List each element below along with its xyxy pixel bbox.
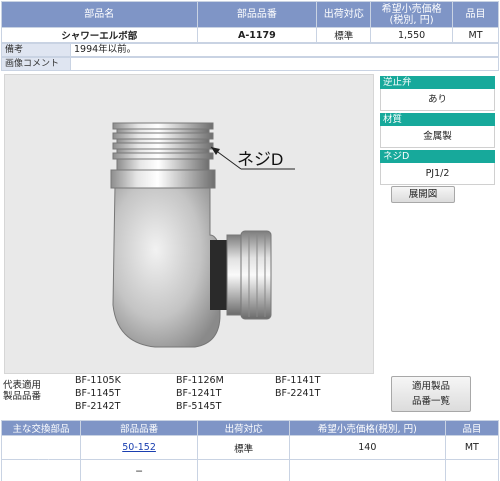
parts-col-item: 品目 — [444, 420, 500, 436]
spec-thread: ネジD PJ1/2 — [380, 150, 495, 185]
table-row: Oリング（ホース側） − — [1, 459, 500, 481]
expand-diagram-button[interactable]: 展開図 — [391, 186, 455, 203]
parts-row-name: Oリング（ホース側） — [1, 459, 81, 481]
applicable-code: BF-1145T — [75, 388, 121, 399]
replacement-parts-table: 主な交換部品 部品品番 出荷対応 希望小売価格(税別, 円) 品目 パッキン・O… — [1, 420, 500, 481]
applicable-list-button[interactable]: 適用製品 品番一覧 — [391, 376, 471, 412]
part-code: A-1179 — [196, 27, 318, 43]
spec-value-thread: PJ1/2 — [380, 163, 495, 185]
part-name: シャワーエルボ部 — [1, 27, 198, 43]
parts-row-shipping: 標準 — [197, 435, 290, 460]
applicable-code: BF-1105K — [75, 375, 121, 386]
spec-value-backflow: あり — [380, 89, 495, 111]
part-price: 1,550 — [370, 27, 454, 43]
parts-row-code: 50-152 — [79, 435, 199, 460]
col-price: 希望小売価格 (税別, 円) — [370, 1, 454, 28]
remarks-row: 備考 1994年以前。 — [1, 43, 499, 57]
spec-material: 材質 金属製 — [380, 113, 495, 148]
product-image: ネジD — [4, 74, 374, 374]
applicable-code: BF-2241T — [275, 388, 321, 399]
spec-label-thread: ネジD — [380, 150, 495, 163]
part-shipping: 標準 — [316, 27, 372, 43]
image-comment-label: 画像コメント — [2, 58, 71, 70]
col-shipping: 出荷対応 — [316, 1, 372, 28]
part-code-link[interactable]: 50-152 — [122, 442, 156, 453]
col-item: 品目 — [452, 1, 499, 28]
applicable-code: BF-5145T — [176, 401, 222, 412]
parts-row-name: パッキン・Oリング（本体側） — [1, 435, 81, 460]
callout-label: ネジD — [237, 150, 283, 169]
spec-value-material: 金属製 — [380, 126, 495, 148]
parts-row-price — [288, 459, 446, 481]
parts-col-shipping: 出荷対応 — [197, 420, 290, 436]
parts-row-code: − — [79, 459, 199, 481]
shower-elbow-illustration: ネジD — [110, 122, 295, 348]
parts-row-item — [444, 459, 500, 481]
part-header-table: 部品名 部品品番 出荷対応 希望小売価格 (税別, 円) 品目 シャワーエルボ部… — [1, 1, 499, 43]
remarks-value: 1994年以前。 — [74, 44, 137, 55]
parts-col-price: 希望小売価格(税別, 円) — [288, 420, 446, 436]
applicable-label: 代表適用 製品品番 — [3, 380, 42, 402]
applicable-code: BF-1241T — [176, 388, 222, 399]
part-item: MT — [452, 27, 499, 43]
table-row: パッキン・Oリング（本体側） 50-152 標準 140 MT — [1, 435, 500, 460]
applicable-code: BF-2142T — [75, 401, 121, 412]
parts-row-shipping — [197, 459, 290, 481]
parts-col-code: 部品品番 — [79, 420, 199, 436]
parts-row-item: MT — [444, 435, 500, 460]
applicable-code: BF-1126M — [176, 375, 224, 386]
col-part-code: 部品品番 — [196, 1, 318, 28]
parts-col-name: 主な交換部品 — [1, 420, 81, 436]
col-part-name: 部品名 — [1, 1, 198, 28]
remarks-label: 備考 — [2, 44, 71, 56]
spec-label-backflow: 逆止弁 — [380, 76, 495, 89]
spec-label-material: 材質 — [380, 113, 495, 126]
applicable-products: 代表適用 製品品番 BF-1105K BF-1126M BF-1141T BF-… — [1, 372, 499, 418]
applicable-code: BF-1141T — [275, 375, 321, 386]
spec-backflow-valve: 逆止弁 あり — [380, 76, 495, 111]
image-comment-row: 画像コメント — [1, 57, 499, 71]
parts-row-price: 140 — [288, 435, 446, 460]
